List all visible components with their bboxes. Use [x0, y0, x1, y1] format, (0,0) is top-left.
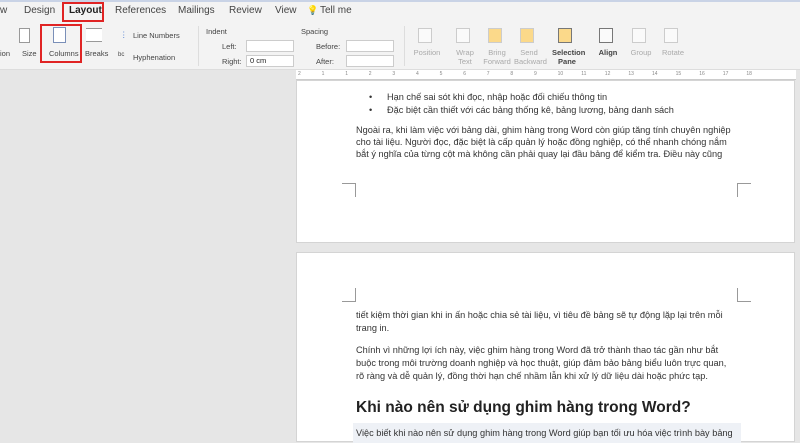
tell-me-search[interactable]: Tell me	[320, 5, 352, 16]
ruler-tick-label: 6	[463, 71, 466, 77]
ruler-tick-label: 11	[581, 71, 587, 77]
selection-button-label[interactable]: Selection	[552, 48, 585, 57]
size-button[interactable]: Size	[22, 49, 37, 58]
selection-icon	[558, 28, 572, 43]
bullet-item: Hạn chế sai sót khi đọc, nhập hoặc đối c…	[387, 92, 608, 102]
indent-left-input[interactable]	[246, 40, 294, 52]
bullet-icon: •	[369, 105, 373, 115]
paragraph-line: buộc trong môi trường doanh nghiệp và họ…	[356, 358, 727, 368]
ribbon-tabs: w Design Layout References Mailings Revi…	[0, 0, 800, 22]
wrap-button-label[interactable]: Wrap	[450, 48, 480, 57]
wrap-icon	[456, 28, 470, 43]
ruler-tick-label: 3	[392, 71, 396, 77]
bring-icon	[488, 28, 502, 43]
paragraph-line: Chính vì những lợi ích này, việc ghim hà…	[356, 345, 719, 355]
indent-right-label: Right:	[222, 57, 242, 66]
bring-button-label[interactable]: Bring	[482, 48, 512, 57]
paragraph-line: cho tài liệu. Người đọc, đặc biệt là cấp…	[356, 137, 727, 147]
divider	[404, 26, 405, 66]
ruler-tick-label: 5	[439, 71, 443, 77]
ruler-tick-label: 15	[675, 71, 682, 77]
indent-left-label: Left:	[222, 42, 237, 51]
send-icon	[520, 28, 534, 43]
layout-highlight	[62, 2, 104, 22]
margin-corner	[737, 288, 751, 302]
margin-corner	[737, 183, 751, 197]
spacing-title: Spacing	[301, 27, 329, 36]
paragraph-line: bắt ý nghĩa của từng cột mà không cần ph…	[356, 149, 723, 159]
paragraph-line: tiết kiệm thời gian khi in ấn hoặc chia …	[356, 310, 723, 320]
send-button-label[interactable]: Send	[514, 48, 544, 57]
ruler-tick-label: 16	[699, 71, 705, 77]
ruler-tick-label: 12	[604, 71, 611, 77]
ruler-tick-label: 4	[416, 71, 419, 77]
ruler-tick-label: 17	[722, 71, 729, 77]
line-numbers-button[interactable]: Line Numbers	[133, 31, 180, 40]
ruler-tick-label: 18	[746, 71, 752, 77]
position-icon	[418, 28, 432, 43]
paragraph-line: trang in.	[356, 323, 390, 333]
bullet-item: Đặc biệt cần thiết với các bảng thống kê…	[387, 105, 674, 115]
tab-draw[interactable]: w	[0, 5, 7, 16]
rotate-icon	[664, 28, 678, 43]
margin-corner	[342, 288, 356, 302]
ruler-tick-label: 2	[368, 71, 372, 77]
selection-button-label[interactable]: Pane	[552, 57, 582, 66]
paragraph-line: Ngoài ra, khi làm việc với bảng dài, ghi…	[356, 125, 731, 135]
horizontal-ruler[interactable]: 2 1 1 2 3 4 5 6 7 8 9 10 11 12 13 14 15 16 17 18	[296, 70, 796, 80]
indent-title: Indent	[206, 27, 227, 36]
margin-corner	[342, 183, 356, 197]
breaks-icon	[86, 28, 102, 42]
paragraph-line: rõ ràng và dễ quản lý, đồng thời hạn chế…	[356, 371, 708, 381]
rotate-button-label[interactable]: Rotate	[658, 48, 688, 57]
tab-review[interactable]: Review	[229, 5, 262, 16]
ruler-tick-label: 2	[298, 71, 301, 77]
bullet-icon: •	[369, 92, 373, 102]
bring-button-label[interactable]: Forward	[482, 57, 512, 66]
orientation-button[interactable]: ion	[0, 49, 10, 58]
align-button-label[interactable]: Align	[593, 48, 623, 57]
lightbulb-icon: 💡	[307, 5, 319, 15]
spacing-after-label: After:	[316, 57, 334, 66]
ruler-tick-label: 1	[321, 71, 325, 77]
spacing-before-label: Before:	[316, 42, 341, 51]
group-icon	[632, 28, 646, 43]
hyphenation-button[interactable]: Hyphenation	[133, 53, 175, 62]
ruler-tick-label: 14	[652, 71, 658, 77]
spacing-before-input[interactable]	[346, 40, 394, 52]
tab-design[interactable]: Design	[24, 5, 55, 16]
tab-references[interactable]: References	[115, 5, 166, 16]
hyphenation-icon: bc	[118, 52, 125, 58]
line-numbers-icon: ⋮	[120, 30, 128, 39]
spacing-after-input[interactable]	[346, 55, 394, 67]
tab-view[interactable]: View	[275, 5, 297, 16]
ruler-tick-label: 9	[534, 71, 537, 77]
align-icon	[599, 28, 613, 43]
columns-highlight	[40, 24, 82, 63]
ruler-tick-label: 7	[486, 71, 490, 77]
paragraph-line: Việc biết khi nào nên sử dụng ghim hàng …	[356, 428, 733, 438]
indent-right-input[interactable]: 0 cm	[246, 55, 294, 67]
ribbon: ion Size Columns Breaks ⋮ Line Numbers b…	[0, 22, 800, 70]
page-1: • Hạn chế sai sót khi đọc, nhập hoặc đối…	[296, 80, 795, 243]
ruler-tick-label: 13	[628, 71, 634, 77]
page-2: tiết kiệm thời gian khi in ấn hoặc chia …	[296, 252, 795, 443]
position-button-label[interactable]: Position	[412, 48, 442, 57]
wrap-button-label[interactable]: Text	[450, 57, 480, 66]
breaks-button[interactable]: Breaks	[85, 49, 108, 58]
divider	[198, 26, 199, 66]
size-icon	[19, 28, 30, 43]
ruler-tick-label: 10	[557, 71, 564, 77]
group-button-label[interactable]: Group	[626, 48, 656, 57]
ruler-tick-label: 8	[510, 71, 514, 77]
send-button-label[interactable]: Backward	[514, 57, 547, 66]
tab-mailings[interactable]: Mailings	[178, 5, 215, 16]
section-heading: Khi nào nên sử dụng ghim hàng trong Word…	[356, 399, 691, 416]
ruler-tick-label: 1	[345, 71, 348, 77]
